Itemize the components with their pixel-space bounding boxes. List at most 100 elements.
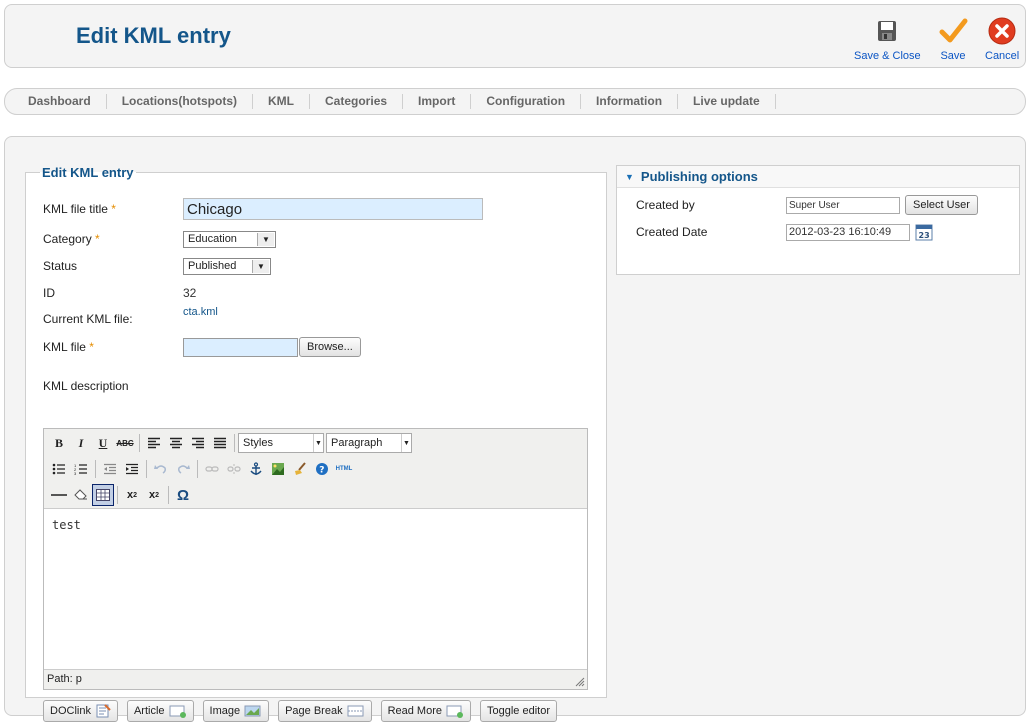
- strikethrough-icon[interactable]: ABC: [114, 432, 136, 454]
- visual-aid-icon[interactable]: [92, 484, 114, 506]
- read-more-icon: [446, 705, 463, 718]
- submenu-item-categories[interactable]: Categories: [310, 94, 404, 109]
- submenu-item-kml[interactable]: KML: [253, 94, 311, 109]
- save-button[interactable]: Save: [937, 15, 969, 65]
- link-icon[interactable]: [201, 458, 223, 480]
- align-justify-icon[interactable]: [209, 432, 231, 454]
- category-select[interactable]: Education ▼: [183, 230, 276, 248]
- chevron-down-icon: ▼: [313, 434, 323, 452]
- html-source-icon[interactable]: HTML: [333, 458, 355, 480]
- italic-icon[interactable]: I: [70, 432, 92, 454]
- publishing-options-panel: ▼ Publishing options Created by Super Us…: [616, 165, 1020, 275]
- save-close-icon: [871, 15, 903, 47]
- article-button[interactable]: Article: [126, 700, 194, 722]
- bullet-list-icon[interactable]: [48, 458, 70, 480]
- current-file-label: Current KML file:: [43, 312, 133, 326]
- submenu-item-import[interactable]: Import: [403, 94, 472, 109]
- submenu: Dashboard Locations(hotspots) KML Catego…: [4, 88, 1026, 115]
- category-row: Category * Education ▼: [43, 228, 276, 250]
- outdent-icon[interactable]: [99, 458, 121, 480]
- chevron-down-icon: ▼: [252, 259, 269, 273]
- numbered-list-icon[interactable]: 123: [70, 458, 92, 480]
- created-date-label: Created Date: [636, 225, 708, 239]
- special-char-icon[interactable]: Ω: [172, 484, 194, 506]
- status-label: Status: [43, 259, 78, 273]
- redo-icon[interactable]: [172, 458, 194, 480]
- chevron-down-icon: ▼: [257, 232, 274, 246]
- title-input[interactable]: [183, 198, 483, 220]
- styles-select[interactable]: Styles ▼: [238, 433, 324, 453]
- created-date-row: Created Date 2012-03-23 16:10:49 23: [636, 221, 933, 243]
- created-by-label: Created by: [636, 198, 695, 212]
- format-select[interactable]: Paragraph ▼: [326, 433, 412, 453]
- submenu-item-locations[interactable]: Locations(hotspots): [107, 94, 254, 109]
- status-select[interactable]: Published ▼: [183, 257, 271, 275]
- created-date-input[interactable]: 2012-03-23 16:10:49: [786, 223, 910, 241]
- article-icon: [169, 705, 186, 718]
- edit-fieldset: Edit KML entry KML file title * Category…: [25, 165, 607, 722]
- doclink-icon: [96, 704, 111, 718]
- edit-legend: Edit KML entry: [42, 165, 134, 180]
- resize-handle-icon[interactable]: [573, 675, 585, 687]
- title-label: KML file title *: [43, 202, 116, 216]
- file-label: KML file *: [43, 340, 94, 354]
- calendar-icon[interactable]: 23: [915, 223, 933, 241]
- read-more-button[interactable]: Read More: [380, 700, 471, 722]
- select-user-button[interactable]: Select User: [905, 195, 978, 215]
- submenu-item-live-update[interactable]: Live update: [678, 94, 776, 109]
- svg-text:23: 23: [919, 231, 930, 240]
- toolbar: Edit KML entry Save & Close Save Cancel: [4, 4, 1026, 68]
- cleanup-icon[interactable]: [289, 458, 311, 480]
- browse-button[interactable]: Browse...: [299, 337, 361, 357]
- file-input[interactable]: [183, 337, 298, 357]
- eraser-icon[interactable]: [70, 484, 92, 506]
- subscript-icon[interactable]: x2: [121, 484, 143, 506]
- checkmark-icon: [937, 15, 969, 47]
- indent-icon[interactable]: [121, 458, 143, 480]
- doclink-button[interactable]: DOClink: [43, 700, 118, 722]
- page-break-button[interactable]: Page Break: [278, 700, 372, 722]
- editor-extra-buttons: DOClink Article Image Page Break Read Mo…: [43, 700, 557, 722]
- align-right-icon[interactable]: [187, 432, 209, 454]
- svg-text:?: ?: [319, 466, 324, 476]
- current-file-link[interactable]: cta.kml: [183, 306, 218, 318]
- editor-content[interactable]: test: [44, 509, 587, 670]
- underline-icon[interactable]: U: [92, 432, 114, 454]
- svg-text:3: 3: [74, 471, 77, 475]
- file-row: KML file * Browse...: [43, 336, 361, 358]
- created-by-field: Super User: [786, 196, 900, 214]
- current-file-row: Current KML file: cta.kml: [43, 306, 218, 328]
- submenu-item-configuration[interactable]: Configuration: [471, 94, 582, 109]
- submenu-item-information[interactable]: Information: [581, 94, 679, 109]
- id-row: ID 32: [43, 282, 196, 304]
- triangle-down-icon: ▼: [625, 171, 634, 182]
- help-icon[interactable]: ?: [311, 458, 333, 480]
- chevron-down-icon: ▼: [401, 434, 411, 452]
- id-value: 32: [183, 286, 197, 300]
- editor-status-bar: Path: p: [44, 669, 587, 689]
- undo-icon[interactable]: [150, 458, 172, 480]
- align-left-icon[interactable]: [143, 432, 165, 454]
- bold-icon[interactable]: B: [48, 432, 70, 454]
- image-button[interactable]: Image: [202, 700, 270, 722]
- publishing-options-header[interactable]: ▼ Publishing options: [617, 166, 1019, 188]
- toggle-editor-button[interactable]: Toggle editor: [480, 700, 557, 722]
- superscript-icon[interactable]: x2: [143, 484, 165, 506]
- rich-text-editor: B I U ABC Styles ▼ Paragraph ▼ 1 2 3 ? H…: [43, 428, 588, 690]
- submenu-item-dashboard[interactable]: Dashboard: [13, 94, 107, 109]
- anchor-icon[interactable]: [245, 458, 267, 480]
- description-label: KML description: [43, 379, 129, 393]
- image-icon[interactable]: [267, 458, 289, 480]
- align-center-icon[interactable]: [165, 432, 187, 454]
- cancel-button[interactable]: Cancel: [985, 15, 1019, 65]
- editor-path: Path: p: [47, 673, 82, 685]
- unlink-icon[interactable]: [223, 458, 245, 480]
- cancel-label: Cancel: [985, 50, 1020, 62]
- save-close-button[interactable]: Save & Close: [854, 15, 921, 65]
- editor-toolbar: B I U ABC Styles ▼ Paragraph ▼ 1 2 3 ? H…: [44, 429, 587, 509]
- status-row: Status Published ▼: [43, 255, 271, 277]
- title-row: KML file title *: [43, 198, 483, 220]
- save-close-label: Save & Close: [854, 50, 921, 62]
- created-by-row: Created by Super User Select User: [636, 194, 978, 216]
- horizontal-rule-icon[interactable]: [48, 484, 70, 506]
